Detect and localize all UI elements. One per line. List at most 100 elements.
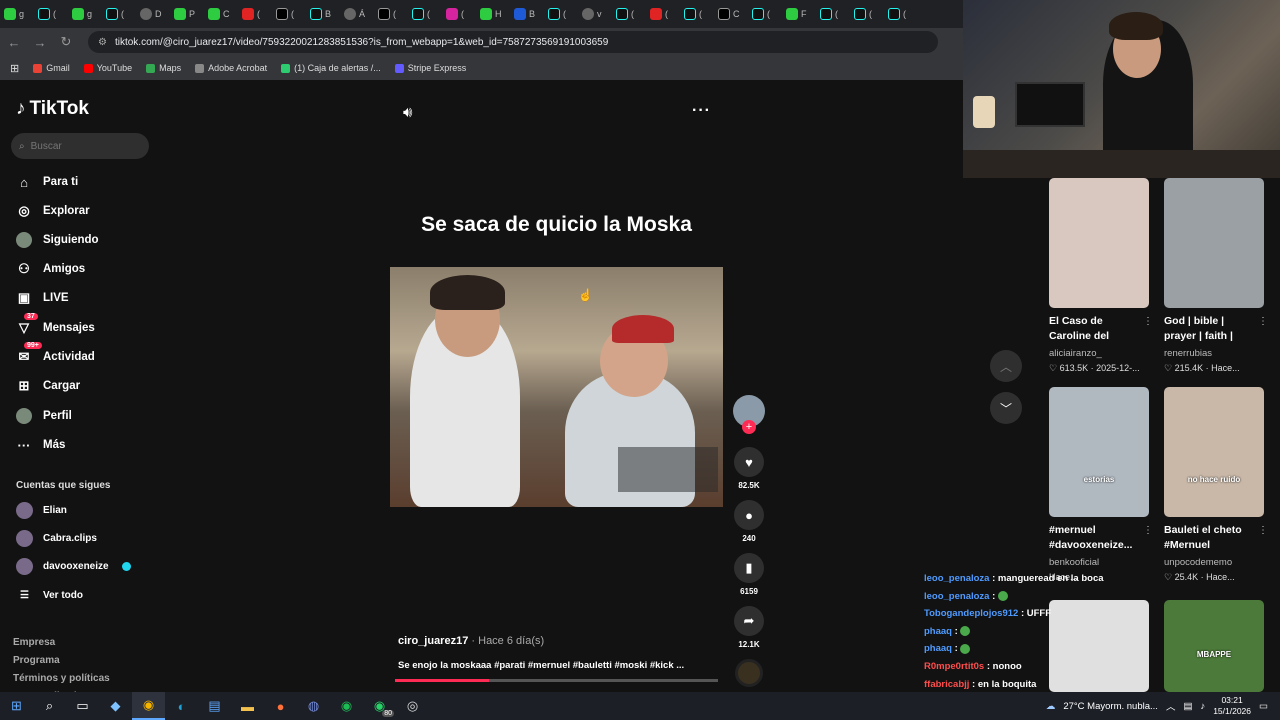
see-all-link[interactable]: ☰ Ver todo <box>16 590 83 601</box>
browser-tab[interactable]: ( <box>412 3 446 25</box>
sidebar-item-explorar[interactable]: ◎ Explorar <box>16 200 89 222</box>
card-menu-icon[interactable]: ⋮ <box>1143 525 1153 536</box>
back-icon[interactable]: ← <box>2 35 26 50</box>
browser-tab[interactable]: ( <box>548 3 582 25</box>
browser-tab[interactable]: C <box>208 3 242 25</box>
taskbar-whatsapp-icon[interactable]: ◉ 80 <box>363 692 396 720</box>
sidebar-item-cargar[interactable]: ⊞ Cargar <box>16 375 81 397</box>
clock[interactable]: 03:21 15/1/2026 <box>1213 695 1251 717</box>
bookmark-item[interactable]: (1) Caja de alertas /... <box>281 63 381 73</box>
recommendation-card[interactable]: El Caso de Caroline del Valle... ⋮ aliciai… <box>1049 178 1153 374</box>
card-author[interactable]: renerrubias <box>1164 348 1264 359</box>
forward-icon[interactable]: → <box>28 35 52 50</box>
sidebar-item-para-ti[interactable]: ⌂ Para ti <box>16 171 78 193</box>
sidebar-item-live[interactable]: ▣ LIVE <box>16 287 69 309</box>
taskbar-obs-icon[interactable]: ◎ <box>396 692 429 720</box>
video-thumbnail[interactable]: no hace ruido <box>1164 387 1264 517</box>
video-player[interactable] <box>390 267 723 507</box>
card-author[interactable]: benkooficial <box>1049 557 1149 568</box>
taskbar-edge-icon[interactable]: ◐ <box>165 692 198 720</box>
taskbar-spotify-icon[interactable]: ◉ <box>330 692 363 720</box>
following-item[interactable]: Cabra.clips <box>16 530 97 547</box>
browser-tab[interactable]: F <box>786 3 820 25</box>
chat-username[interactable]: phaaq <box>924 626 952 637</box>
following-item[interactable]: Elian <box>16 502 67 519</box>
taskbar-firefox-icon[interactable]: ● <box>264 692 297 720</box>
card-author[interactable]: aliciairanzo_ <box>1049 348 1149 359</box>
chat-username[interactable]: Tobogandeplojos912 <box>924 608 1018 619</box>
recommendation-card[interactable]: estorias #mernuel #davooxeneize... ⋮ benkoo… <box>1049 387 1153 582</box>
tray-chevron-icon[interactable]: ︿ <box>1166 699 1176 713</box>
browser-tab[interactable]: v <box>582 3 616 25</box>
chat-username[interactable]: leoo_penaloza <box>924 573 989 584</box>
like-button[interactable]: ♥ <box>734 447 764 477</box>
footer-link[interactable]: Empresa <box>13 634 110 652</box>
author-avatar[interactable]: + <box>733 395 765 434</box>
taskbar-search-icon[interactable]: ⌕ <box>33 692 66 720</box>
browser-tab[interactable]: D <box>140 3 174 25</box>
browser-tab[interactable]: g <box>72 3 106 25</box>
network-icon[interactable]: ▤ <box>1183 701 1192 712</box>
search-input[interactable] <box>30 140 131 152</box>
recommendation-card[interactable]: MBAPPE <box>1164 600 1264 692</box>
bookmark-item[interactable]: Adobe Acrobat <box>195 63 267 73</box>
browser-tab[interactable]: C <box>718 3 752 25</box>
chat-username[interactable]: phaaq <box>924 643 952 654</box>
author-name[interactable]: ciro_juarez17 <box>398 635 468 647</box>
browser-tab[interactable]: ( <box>276 3 310 25</box>
browser-tab[interactable]: ( <box>854 3 888 25</box>
video-progress-bar[interactable] <box>395 679 718 682</box>
sidebar-item-amigos[interactable]: ⚇ Amigos <box>16 258 85 280</box>
taskbar-task-view-icon[interactable]: ▭ <box>66 692 99 720</box>
browser-tab[interactable]: B <box>310 3 344 25</box>
follow-plus-icon[interactable]: + <box>742 420 756 434</box>
browser-tab[interactable]: ( <box>820 3 854 25</box>
bookmark-item[interactable]: Maps <box>146 63 181 73</box>
music-disc-icon[interactable] <box>735 659 763 687</box>
bookmark-item[interactable]: YouTube <box>83 63 132 73</box>
browser-tab[interactable]: P <box>174 3 208 25</box>
recommendation-card[interactable]: God | bible | prayer | faith | Christian… <box>1164 178 1268 374</box>
sidebar-item-actividad[interactable]: ✉ 99+ Actividad <box>16 342 95 368</box>
recommendation-card[interactable]: no hace ruido Bauleti el cheto #Mernuel #… <box>1164 387 1268 583</box>
reload-icon[interactable]: ↻ <box>54 34 78 50</box>
apps-grid-icon[interactable]: ⊞ <box>10 62 19 75</box>
chat-username[interactable]: R0mpe0rtit0s <box>924 661 984 672</box>
following-item[interactable]: davooxeneize <box>16 558 131 575</box>
browser-tab[interactable]: ( <box>650 3 684 25</box>
tiktok-logo[interactable]: ♪ TikTok <box>16 98 89 120</box>
taskbar-discord-icon[interactable]: ◍ <box>297 692 330 720</box>
video-thumbnail[interactable] <box>1164 178 1264 308</box>
taskbar-chrome-icon[interactable]: ◉ <box>132 692 165 720</box>
video-thumbnail[interactable] <box>1049 178 1149 308</box>
share-button[interactable]: ➦ <box>734 606 764 636</box>
video-thumbnail[interactable]: estorias <box>1049 387 1149 517</box>
url-field[interactable]: ⚙ tiktok.com/@ciro_juarez17/video/759322… <box>88 31 938 53</box>
bookmark-item[interactable]: Gmail <box>33 63 70 73</box>
browser-tab[interactable]: H <box>480 3 514 25</box>
scroll-down-button[interactable]: ﹀ <box>990 392 1022 424</box>
card-menu-icon[interactable]: ⋮ <box>1143 316 1153 327</box>
sidebar-item-perfil[interactable]: Perfil <box>16 405 72 427</box>
sidebar-item-más[interactable]: ··· Más <box>16 434 66 456</box>
weather-text[interactable]: 27°C Mayorm. nubla... <box>1063 701 1158 712</box>
bookmark-item[interactable]: Stripe Express <box>394 63 466 73</box>
browser-tab[interactable]: ( <box>106 3 140 25</box>
taskbar-store-icon[interactable]: ▤ <box>198 692 231 720</box>
browser-tab[interactable]: ( <box>684 3 718 25</box>
card-menu-icon[interactable]: ⋮ <box>1258 525 1268 536</box>
scroll-up-button[interactable]: ︿ <box>990 350 1022 382</box>
sidebar-item-siguiendo[interactable]: Siguiendo <box>16 229 99 251</box>
browser-tab[interactable]: ( <box>38 3 72 25</box>
browser-tab[interactable]: ( <box>888 3 922 25</box>
save-button[interactable]: ▮ <box>734 553 764 583</box>
taskbar-start-icon[interactable]: ⊞ <box>0 692 33 720</box>
search-box[interactable]: ⌕ <box>11 133 149 159</box>
sidebar-item-mensajes[interactable]: ▽ 37 Mensajes <box>16 313 95 339</box>
taskbar-explorer-icon[interactable]: ▬ <box>231 692 264 720</box>
browser-tab[interactable]: g <box>4 3 38 25</box>
volume-icon[interactable]: 🔊︎ <box>403 104 412 121</box>
more-options-icon[interactable]: ··· <box>692 102 711 120</box>
chat-username[interactable]: ffabricabjj <box>924 679 969 690</box>
chat-username[interactable]: leoo_penaloza <box>924 591 989 602</box>
